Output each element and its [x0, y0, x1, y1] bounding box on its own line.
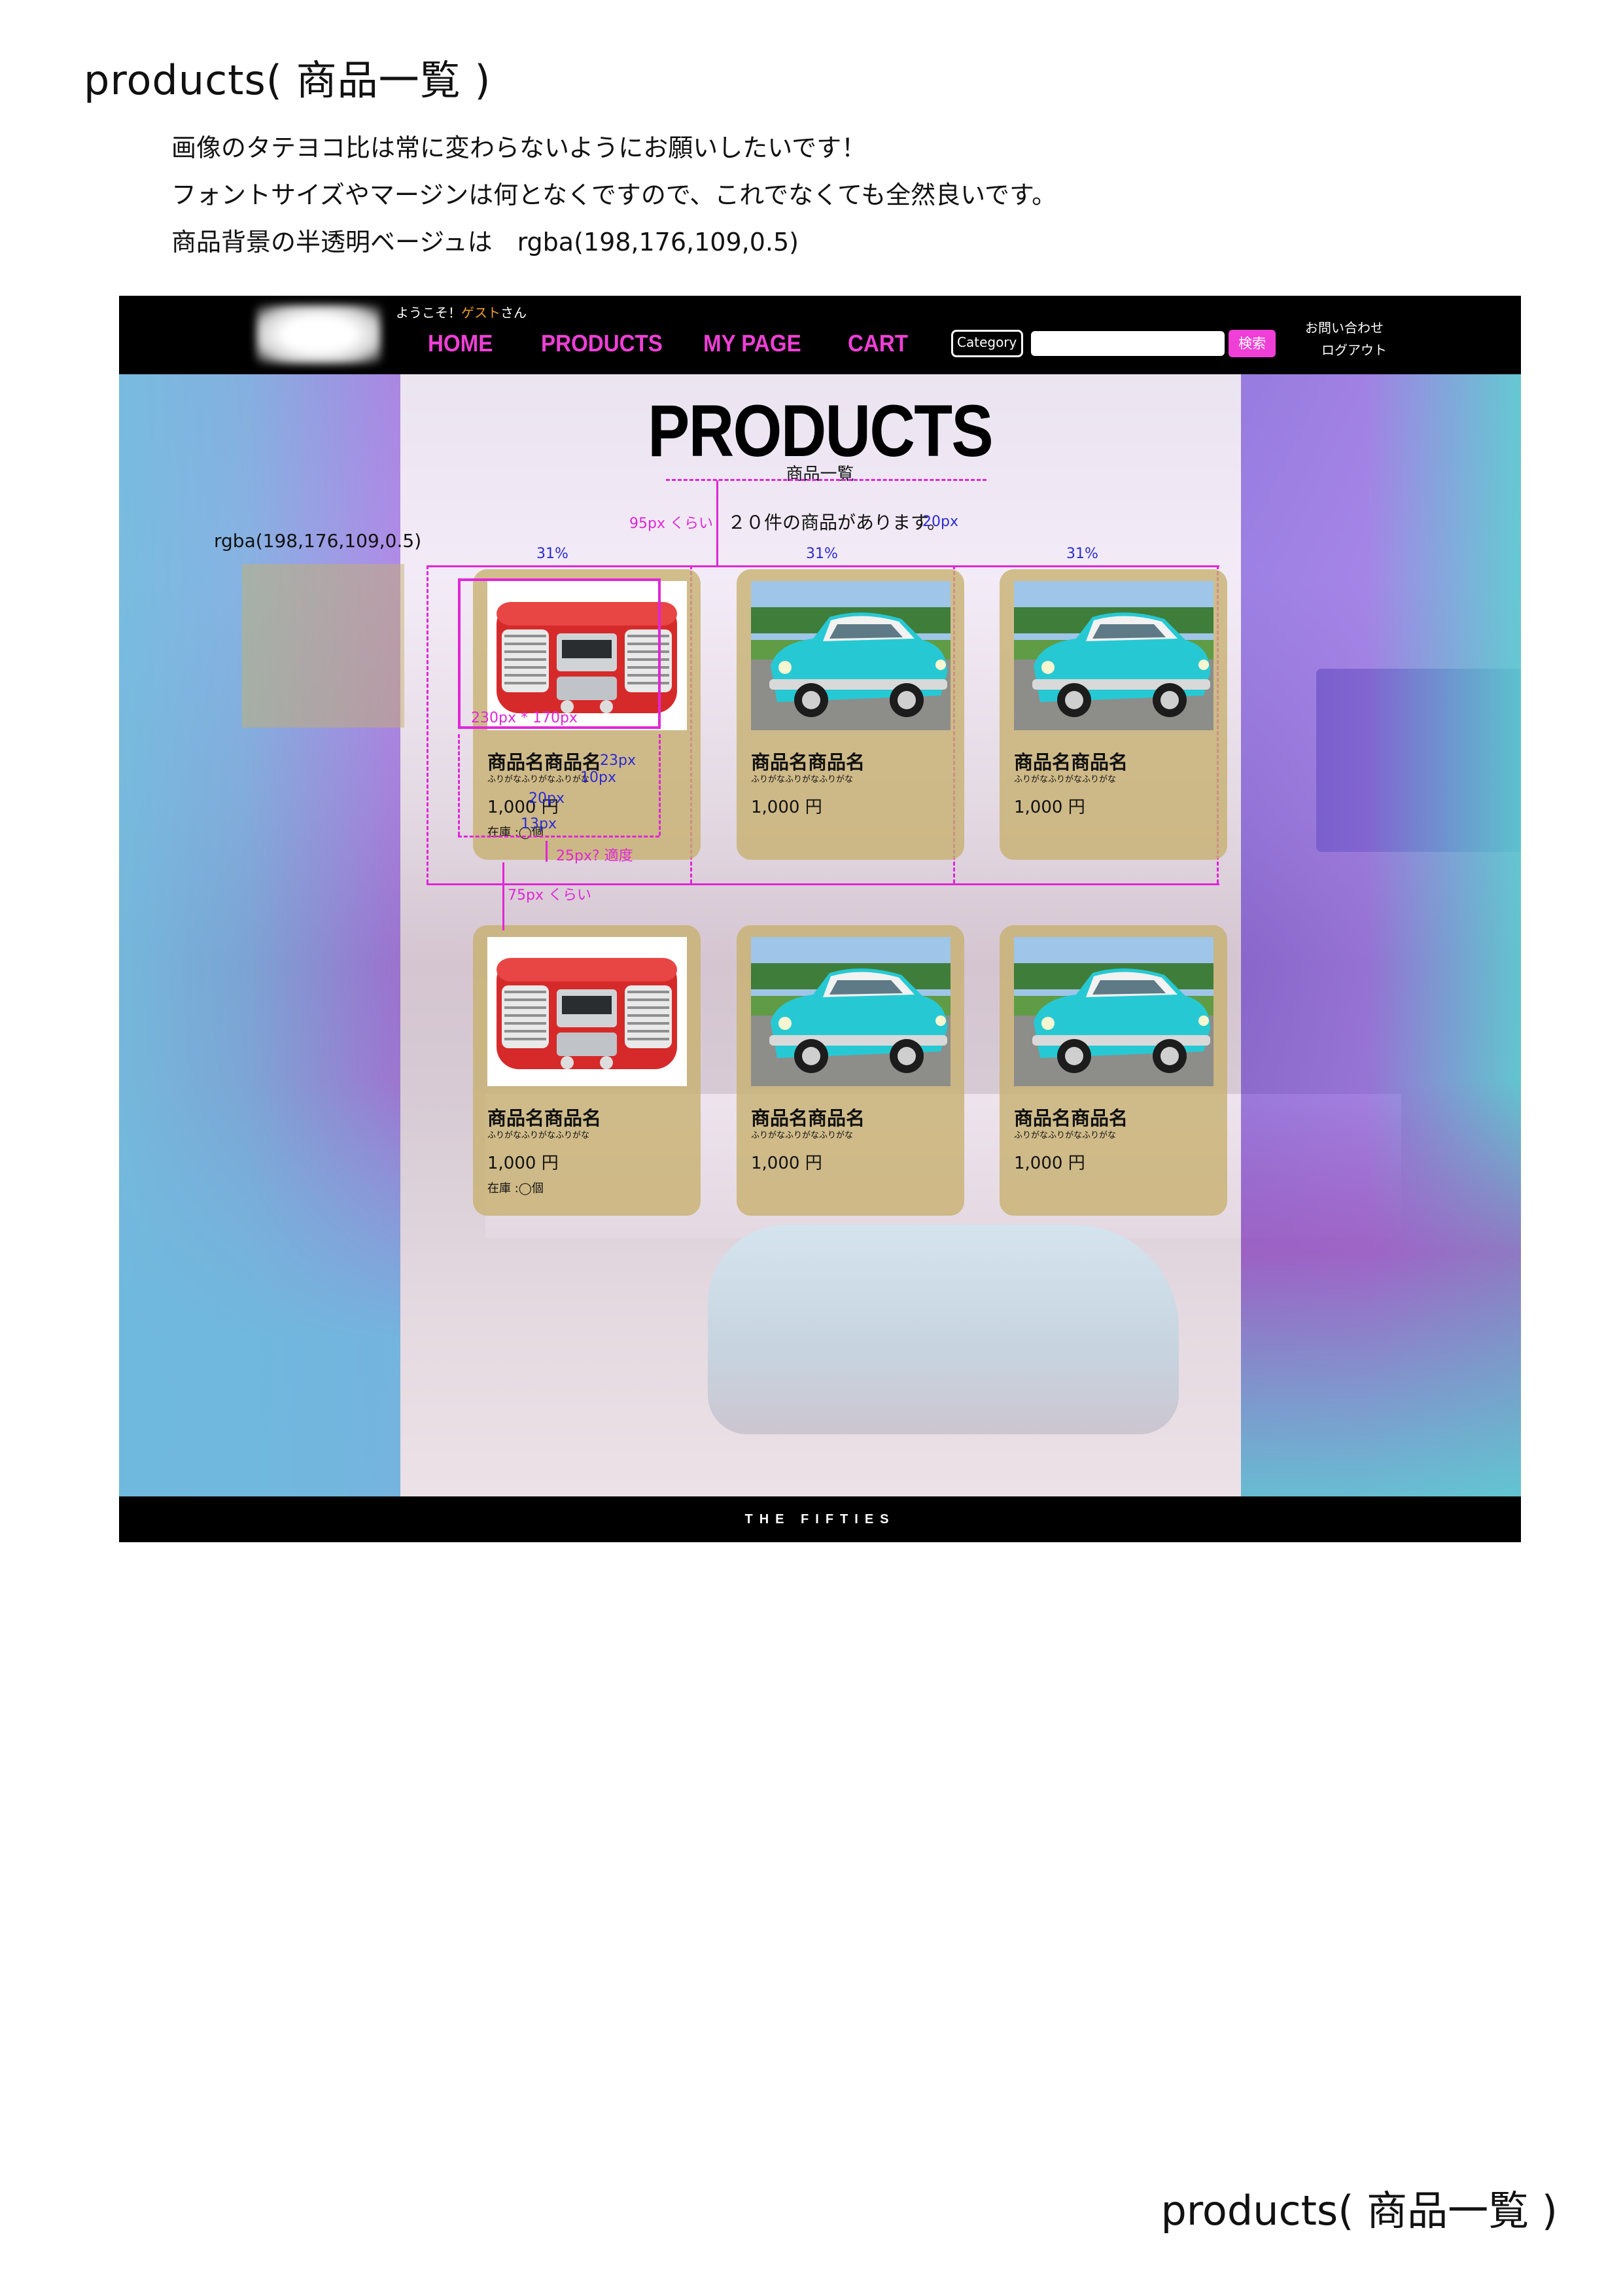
classic-car-icon [751, 581, 951, 730]
nav-home[interactable]: HOME [428, 330, 493, 357]
guide-image-box [458, 578, 661, 729]
guest-name: ゲスト [461, 305, 500, 321]
product-image[interactable] [1014, 937, 1213, 1086]
guide-text-bottom [458, 836, 659, 838]
annotation-row-gap: 75px くらい [508, 887, 591, 904]
nav-cart[interactable]: CART [848, 330, 908, 357]
nav-products[interactable]: PRODUCTS [541, 330, 663, 357]
guide-columns-top [427, 565, 1219, 567]
annotation-gap-95: 95px くらい [629, 516, 713, 532]
product-card[interactable]: 商品名商品名 ふりがなふりがなふりがな 1,000 円 [1000, 569, 1227, 860]
right-gradient-fade [1241, 1081, 1521, 1510]
category-button[interactable]: Category [951, 330, 1023, 357]
product-price: 1,000 円 [1014, 798, 1085, 817]
guide-col-line [427, 565, 428, 883]
annotation-13px: 13px [521, 816, 557, 832]
product-furigana: ふりがなふりがなふりがな [751, 1131, 854, 1140]
note-line: 画像のタテヨコ比は常に変わらないようにお願いしたいです！ [171, 133, 867, 162]
annotation-image-size: 230px * 170px [471, 710, 578, 726]
classic-car-icon [751, 937, 951, 1086]
product-name[interactable]: 商品名商品名 [751, 1103, 865, 1131]
product-price: 1,000 円 [751, 798, 822, 817]
annotation-card-gap: 25px? 適度 [556, 848, 633, 864]
product-card[interactable]: 商品名商品名 ふりがなふりがなふりがな 1,000 円 [737, 569, 964, 860]
search-button[interactable]: 検索 [1229, 330, 1276, 357]
annotation-gap-20: 20px [922, 514, 958, 530]
product-price: 1,000 円 [1014, 1154, 1085, 1173]
product-image[interactable] [751, 581, 951, 730]
site-logo[interactable] [256, 305, 381, 364]
design-notes: 画像のタテヨコ比は常に変わらないようにお願いしたいです！ フォントサイズやマージ… [171, 124, 1056, 266]
product-count: ２０件の商品があります。 [727, 512, 946, 533]
search-input[interactable] [1031, 331, 1225, 356]
product-price: 1,000 円 [487, 1154, 559, 1173]
welcome-prefix: ようこそ！ [396, 305, 461, 321]
document-title: products( 商品一覧 ) [84, 56, 491, 104]
guide-text-right [659, 734, 661, 836]
product-name[interactable]: 商品名商品名 [1014, 1103, 1128, 1131]
product-name[interactable]: 商品名商品名 [751, 747, 865, 775]
red-radio-icon [497, 958, 677, 1069]
annotation-col-3: 31% [1066, 546, 1098, 562]
product-furigana: ふりがなふりがなふりがな [1014, 775, 1117, 785]
product-card[interactable]: 商品名商品名 ふりがなふりがなふりがな 1,000 円 [737, 925, 964, 1216]
swatch-label: rgba(198,176,109,0.5) [214, 530, 422, 552]
product-card[interactable]: 商品名商品名 ふりがなふりがなふりがな 1,000 円在庫 :◯個 [473, 925, 701, 1216]
annotation-23px: 23px [600, 752, 636, 769]
nav-mypage[interactable]: MY PAGE [703, 330, 801, 357]
contact-link[interactable]: お問い合わせ [1302, 317, 1387, 339]
product-furigana: ふりがなふりがなふりがな [751, 775, 854, 785]
swatch-sample [242, 564, 404, 728]
product-price: 1,000 円 [751, 1154, 822, 1173]
guide-text-left [458, 734, 460, 836]
note-line: フォントサイズやマージンは何となくですので、これでなくても全然良いです。 [171, 181, 1057, 209]
guide-row-gap [502, 862, 504, 930]
product-image[interactable] [751, 937, 951, 1086]
annotation-20px: 20px [529, 790, 565, 807]
left-gradient-fade [119, 1081, 400, 1510]
product-stock: 在庫 :◯個 [487, 1182, 544, 1195]
page-mockup: ようこそ！ゲストさん HOME PRODUCTS MY PAGE CART Ca… [119, 296, 1521, 1542]
product-furigana: ふりがなふりがなふりがな [487, 1131, 590, 1140]
annotation-col-1: 31% [536, 546, 568, 562]
product-name[interactable]: 商品名商品名 [487, 1103, 601, 1131]
welcome-message: ようこそ！ゲストさん [396, 302, 527, 321]
guide-card-gap [546, 841, 548, 862]
product-image[interactable] [487, 937, 687, 1086]
classic-car-icon [1014, 581, 1213, 730]
product-furigana: ふりがなふりがなふりがな [487, 775, 590, 785]
page-subtitle: 商品一覧 [786, 465, 854, 484]
document-footer-title: products( 商品一覧 ) [1161, 2187, 1558, 2234]
classic-car-icon [1014, 937, 1213, 1086]
footer-bar: THE FIFTIES [119, 1496, 1521, 1542]
annotation-10px: 10px [580, 769, 616, 786]
logout-link[interactable]: ログアウト [1302, 339, 1387, 361]
guide-title-gap [716, 480, 718, 567]
product-image[interactable] [1014, 581, 1213, 730]
product-card[interactable]: 商品名商品名 ふりがなふりがなふりがな 1,000 円 [1000, 925, 1227, 1216]
welcome-suffix: さん [500, 305, 527, 321]
note-line: 商品背景の半透明ベージュは rgba(198,176,109,0.5) [171, 228, 799, 256]
product-furigana: ふりがなふりがなふりがな [1014, 1131, 1117, 1140]
header-links: お問い合わせ ログアウト [1302, 317, 1387, 361]
annotation-col-2: 31% [806, 546, 838, 562]
product-name[interactable]: 商品名商品名 [1014, 747, 1128, 775]
guide-title-underline [666, 479, 986, 481]
